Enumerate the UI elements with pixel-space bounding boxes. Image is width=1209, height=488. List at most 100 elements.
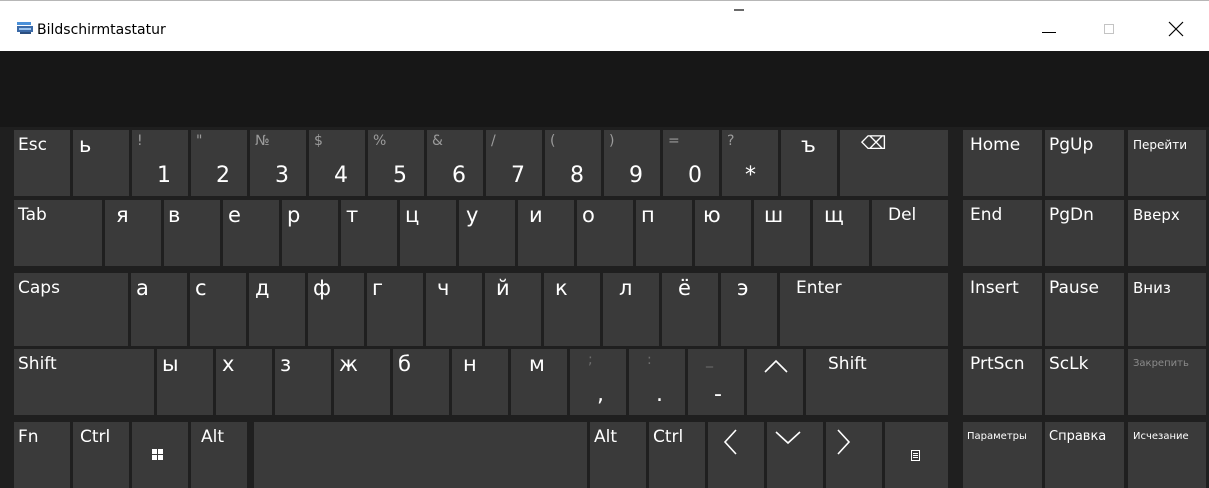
key-label: д	[255, 276, 270, 300]
key-label: Закрепить	[1133, 358, 1189, 369]
key-label: ч	[437, 276, 450, 300]
key-label: 2	[216, 163, 230, 188]
key-zhe[interactable]: ж	[334, 349, 390, 415]
key-ge[interactable]: г	[367, 273, 423, 346]
key-insert[interactable]: Insert	[963, 273, 1042, 346]
key-pgdn[interactable]: PgDn	[1045, 200, 1124, 266]
key-pin[interactable]: Закрепить	[1128, 349, 1206, 415]
key-left-arrow[interactable]	[708, 422, 764, 488]
key-shcha[interactable]: щ	[813, 200, 869, 266]
key-en[interactable]: н	[452, 349, 508, 415]
key-4[interactable]: $ 4	[309, 130, 365, 196]
key-be[interactable]: б	[393, 349, 449, 415]
key-label: Вверх	[1133, 206, 1180, 224]
key-ya[interactable]: я	[105, 200, 161, 266]
key-options[interactable]: Параметры	[963, 422, 1042, 488]
key-alt-right[interactable]: Alt	[590, 422, 646, 488]
key-a[interactable]: а	[131, 273, 187, 346]
key-de[interactable]: д	[249, 273, 305, 346]
key-help[interactable]: Справка	[1045, 422, 1124, 488]
key-che[interactable]: ч	[426, 273, 482, 346]
key-win[interactable]	[132, 422, 188, 488]
key-pe[interactable]: п	[636, 200, 692, 266]
key-ha[interactable]: х	[216, 349, 272, 415]
key-ie[interactable]: е	[223, 200, 279, 266]
key-home[interactable]: Home	[963, 130, 1042, 196]
key-period[interactable]: : .	[629, 349, 685, 415]
key-yu[interactable]: ю	[695, 200, 751, 266]
key-enter[interactable]: Enter	[780, 273, 948, 346]
key-yo[interactable]: ё	[662, 273, 718, 346]
key-del[interactable]: Del	[872, 200, 948, 266]
key-i[interactable]: и	[518, 200, 574, 266]
key-ef[interactable]: ф	[308, 273, 364, 346]
key-er[interactable]: р	[282, 200, 338, 266]
key-label: ы	[162, 352, 179, 376]
key-up-arrow[interactable]	[747, 349, 803, 415]
key-esc[interactable]: Esc	[14, 130, 70, 196]
key-down-arrow[interactable]	[767, 422, 823, 488]
key-ka[interactable]: к	[544, 273, 600, 346]
key-yery[interactable]: ы	[157, 349, 213, 415]
key-right-arrow[interactable]	[826, 422, 882, 488]
key-pause[interactable]: Pause	[1045, 273, 1124, 346]
key-sha[interactable]: ш	[754, 200, 810, 266]
minimize-button[interactable]	[1042, 32, 1056, 33]
key-tab[interactable]: Tab	[14, 200, 102, 266]
key-minus[interactable]: _ -	[688, 349, 744, 415]
key-goto[interactable]: Перейти	[1128, 130, 1206, 196]
key-8[interactable]: ( 8	[545, 130, 601, 196]
key-sclk[interactable]: ScLk	[1045, 349, 1124, 415]
key-space[interactable]	[254, 422, 587, 488]
key-ctrl-left[interactable]: Ctrl	[73, 422, 129, 488]
key-ve[interactable]: в	[164, 200, 220, 266]
key-5[interactable]: % 5	[368, 130, 424, 196]
key-end[interactable]: End	[963, 200, 1042, 266]
key-vniz[interactable]: Вниз	[1128, 273, 1206, 346]
key-7[interactable]: / 7	[486, 130, 542, 196]
key-te[interactable]: т	[341, 200, 397, 266]
key-label: т	[346, 203, 359, 227]
close-button[interactable]	[1166, 19, 1186, 39]
key-tse[interactable]: ц	[400, 200, 456, 266]
key-fn[interactable]: Fn	[14, 422, 70, 488]
key-comma[interactable]: ; ,	[570, 349, 626, 415]
key-el[interactable]: л	[603, 273, 659, 346]
key-o[interactable]: о	[577, 200, 633, 266]
key-label: Исчезание	[1133, 431, 1189, 442]
key-0[interactable]: = 0	[663, 130, 719, 196]
key-label: Alt	[594, 427, 618, 447]
chevron-left-icon	[723, 429, 737, 455]
key-shift-right[interactable]: Shift	[806, 349, 948, 415]
maximize-button[interactable]	[1104, 24, 1114, 34]
key-1[interactable]: ! 1	[132, 130, 188, 196]
key-prtscn[interactable]: PrtScn	[963, 349, 1042, 415]
key-3[interactable]: № 3	[250, 130, 306, 196]
key-label: Caps	[18, 278, 60, 298]
key-soft-sign[interactable]: ь	[73, 130, 129, 196]
key-ze[interactable]: з	[275, 349, 331, 415]
key-caps[interactable]: Caps	[14, 273, 128, 346]
resize-grip[interactable]	[734, 9, 744, 11]
key-backspace[interactable]: ⌫	[840, 130, 948, 196]
key-label: PgUp	[1049, 135, 1094, 155]
key-alt-left[interactable]: Alt	[191, 422, 247, 488]
key-fade[interactable]: Исчезание	[1128, 422, 1206, 488]
key-label: й	[496, 276, 510, 300]
key-u[interactable]: у	[459, 200, 515, 266]
key-hard-sign[interactable]: ъ	[781, 130, 837, 196]
key-em[interactable]: м	[511, 349, 567, 415]
key-shift-left[interactable]: Shift	[14, 349, 154, 415]
key-6[interactable]: & 6	[427, 130, 483, 196]
key-vverh[interactable]: Вверх	[1128, 200, 1206, 266]
key-label: 4	[334, 163, 348, 188]
key-ctrl-right[interactable]: Ctrl	[649, 422, 705, 488]
key-asterisk[interactable]: ? *	[722, 130, 778, 196]
key-2[interactable]: " 2	[191, 130, 247, 196]
key-9[interactable]: ) 9	[604, 130, 660, 196]
key-menu[interactable]	[885, 422, 948, 488]
key-es[interactable]: с	[190, 273, 246, 346]
key-pgup[interactable]: PgUp	[1045, 130, 1124, 196]
key-e[interactable]: э	[721, 273, 777, 346]
key-short-i[interactable]: й	[485, 273, 541, 346]
